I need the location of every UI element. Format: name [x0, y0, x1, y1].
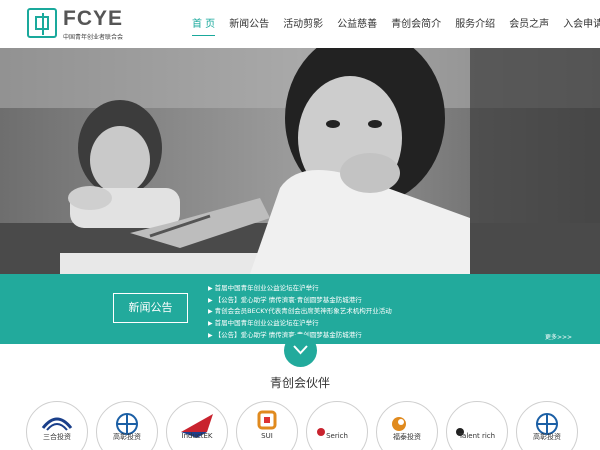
inductek-icon — [181, 414, 213, 438]
shine-investment-icon — [41, 417, 73, 431]
partner-label: Talent rich — [458, 432, 496, 440]
partner-label: InductEK — [181, 432, 213, 440]
partner-label: 三合投资 — [43, 433, 71, 441]
partner-logo-shine-investment[interactable]: 三合投资 — [26, 401, 88, 450]
talent-rich-icon — [456, 428, 464, 436]
news-item-text[interactable]: 【公告】爱心助学 情传濟寰·青创圆梦基金防城港行 — [215, 296, 362, 304]
partner-logo-inductek[interactable]: InductEK — [166, 401, 228, 450]
partner-label: SUI — [261, 432, 273, 440]
nav-item-services[interactable]: 服务介绍 — [448, 0, 502, 48]
sui-icon — [257, 410, 277, 430]
serich-icon — [317, 428, 325, 436]
partner-logo-talent-rich[interactable]: Talent rich — [446, 401, 508, 450]
page: FCYE 中国青年创业者联合会 首 页 新闻公告 活动剪影 公益慈善 青创会简介… — [0, 0, 600, 450]
partner-label: 高彰投资 — [113, 433, 141, 441]
scroll-down-button[interactable] — [284, 334, 317, 367]
partner-logo-6[interactable]: 福泰投资 — [376, 401, 438, 450]
news-list: ▶ 首届中国青年创业公益论坛在沪举行 ▶ 【公告】爱心助学 情传濟寰·青创圆梦基金防… — [208, 283, 392, 342]
bullet-icon: ▶ — [208, 296, 213, 304]
partner-emblem-icon — [536, 413, 558, 435]
news-item-text[interactable]: 首届中国青年创业公益论坛在沪举行 — [215, 319, 319, 327]
bullet-icon: ▶ — [208, 331, 213, 339]
partner-logo-8[interactable]: 高彰投资 — [516, 401, 578, 450]
logo-name: FCYE — [63, 7, 124, 30]
bullet-icon: ▶ — [208, 308, 213, 316]
partners-title: 青创会伙伴 — [269, 376, 330, 390]
partner-logo-sui[interactable]: SUI — [236, 401, 298, 450]
hero-banner-image — [0, 48, 600, 274]
nav-item-member-voice[interactable]: 会员之声 — [502, 0, 556, 48]
partners-row: 三合投资 高彰投资 InductEK SUI Serich 福泰投资 Talen… — [0, 401, 600, 450]
partner-emblem-icon — [116, 413, 138, 435]
nav-item-join[interactable]: 入会申请 — [556, 0, 600, 48]
bullet-icon: ▶ — [208, 320, 213, 328]
news-item[interactable]: ▶ 首届中国青年创业公益论坛在沪举行 — [208, 283, 392, 295]
nav-item-news[interactable]: 新闻公告 — [222, 0, 276, 48]
news-item-text[interactable]: 首届中国青年创业公益论坛在沪举行 — [215, 284, 319, 292]
main-nav: 首 页 新闻公告 活动剪影 公益慈善 青创会简介 服务介绍 会员之声 入会申请 — [185, 0, 600, 48]
news-item[interactable]: ▶ 青创会会员BECKY代表青创会出席美神形象艺术机构开业活动 — [208, 306, 392, 318]
news-item[interactable]: ▶ 首届中国青年创业公益论坛在沪举行 — [208, 318, 392, 330]
partner-label: 福泰投资 — [393, 433, 421, 441]
news-tag-button[interactable]: 新闻公告 — [113, 293, 188, 323]
bullet-icon: ▶ — [208, 285, 213, 292]
partner-logo-2[interactable]: 高彰投资 — [96, 401, 158, 450]
partner-emblem-icon — [392, 417, 406, 431]
nav-item-about[interactable]: 青创会简介 — [384, 0, 448, 48]
partner-label: 高彰投资 — [533, 433, 561, 441]
news-more-link[interactable]: 更多>>> — [545, 332, 572, 341]
chevron-down-icon — [293, 345, 308, 355]
news-item-text[interactable]: 青创会会员BECKY代表青创会出席美神形象艺术机构开业活动 — [215, 307, 392, 315]
nav-item-activities[interactable]: 活动剪影 — [276, 0, 330, 48]
logo[interactable]: FCYE 中国青年创业者联合会 — [27, 7, 177, 42]
logo-icon — [27, 8, 57, 38]
news-item[interactable]: ▶ 【公告】爱心助学 情传濟寰·青创圆梦基金防城港行 — [208, 295, 392, 307]
logo-subtitle: 中国青年创业者联合会 — [63, 34, 124, 41]
nav-item-home[interactable]: 首 页 — [185, 0, 222, 48]
nav-item-charity[interactable]: 公益慈善 — [330, 0, 384, 48]
header: FCYE 中国青年创业者联合会 首 页 新闻公告 活动剪影 公益慈善 青创会简介… — [0, 0, 600, 48]
hero-photo — [0, 48, 600, 274]
partner-label: Serich — [326, 432, 348, 440]
partner-logo-serich[interactable]: Serich — [306, 401, 368, 450]
